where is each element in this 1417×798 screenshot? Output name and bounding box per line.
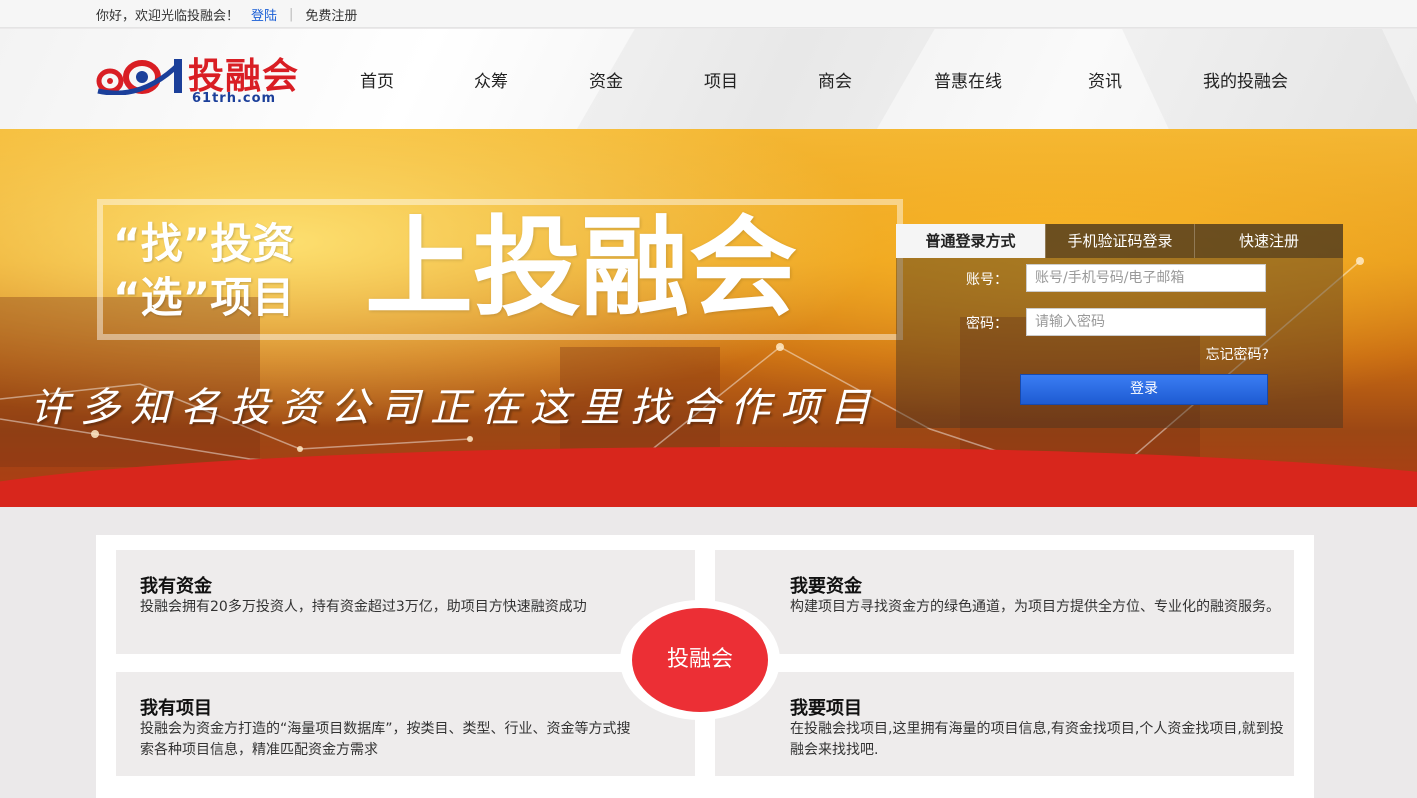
top-register-link[interactable]: 免费注册	[305, 5, 357, 24]
password-row: 密码：	[896, 308, 1343, 338]
password-label: 密码：	[966, 316, 1008, 332]
nav-item-inclusive-online[interactable]: 普惠在线	[934, 67, 1002, 92]
top-separator: |	[289, 7, 294, 22]
main-nav: 首页 众筹 资金 项目 商会 普惠在线 资讯 我的投融会	[0, 67, 1417, 92]
welcome-text: 你好，欢迎光临投融会！	[96, 9, 240, 24]
service-card-title: 我有项目	[140, 698, 212, 719]
logo-domain-text: 61trh.com	[192, 91, 277, 106]
tab-normal-login[interactable]: 普通登录方式	[896, 224, 1045, 258]
password-input[interactable]	[1026, 308, 1266, 336]
top-login-link[interactable]: 登陆	[251, 5, 277, 24]
login-panel: 普通登录方式 手机验证码登录 快速注册 账号： 密码： 忘记密码? 登录	[896, 224, 1343, 428]
service-card-have-projects[interactable]: 我有项目 投融会为资金方打造的“海量项目数据库”，按类目、类型、行业、资金等方式…	[116, 672, 695, 776]
account-label: 账号：	[966, 272, 1008, 288]
slogan-line-2: “选”项目	[113, 273, 295, 322]
service-card-desc: 构建项目方寻找资金方的绿色通道，为项目方提供全方位、专业化的融资服务。	[790, 599, 1280, 615]
nav-item-news[interactable]: 资讯	[1088, 67, 1122, 92]
login-submit-button[interactable]: 登录	[1020, 374, 1268, 405]
nav-item-projects[interactable]: 项目	[704, 67, 738, 92]
nav-item-home[interactable]: 首页	[360, 67, 394, 92]
service-card-need-funds[interactable]: 我要资金 构建项目方寻找资金方的绿色通道，为项目方提供全方位、专业化的融资服务。	[715, 550, 1294, 654]
tab-sms-login[interactable]: 手机验证码登录	[1045, 224, 1194, 258]
slogan-small: “找”投资 “选”项目	[113, 217, 294, 325]
forgot-password-link[interactable]: 忘记密码?	[1206, 344, 1269, 364]
service-card-desc: 在投融会找项目,这里拥有海量的项目信息,有资金找项目,个人资金找项目,就到投融会…	[790, 721, 1284, 758]
banner-tagline: 许多知名投资公司正在这里找合作项目	[30, 385, 880, 431]
nav-item-my-account[interactable]: 我的投融会	[1203, 67, 1288, 92]
account-row: 账号：	[896, 264, 1343, 294]
nav-item-chamber[interactable]: 商会	[818, 67, 852, 92]
center-brand-circle[interactable]: 投融会	[620, 600, 780, 720]
nav-item-funds[interactable]: 资金	[589, 67, 623, 92]
service-card-title: 我要项目	[790, 698, 862, 719]
service-card-title: 我有资金	[140, 576, 212, 597]
account-input[interactable]	[1026, 264, 1266, 292]
service-card-desc: 投融会为资金方打造的“海量项目数据库”，按类目、类型、行业、资金等方式搜索各种项…	[140, 721, 631, 758]
nav-item-crowdfunding[interactable]: 众筹	[474, 67, 508, 92]
login-tabs: 普通登录方式 手机验证码登录 快速注册	[896, 224, 1343, 258]
service-card-have-funds[interactable]: 我有资金 投融会拥有20多万投资人，持有资金超过3万亿，助项目方快速融资成功	[116, 550, 695, 654]
hero-banner: “找”投资 “选”项目 上投融会 许多知名投资公司正在这里找合作项目 普通登录方…	[0, 129, 1417, 507]
service-card-desc: 投融会拥有20多万投资人，持有资金超过3万亿，助项目方快速融资成功	[140, 599, 587, 615]
center-brand-text: 投融会	[632, 608, 768, 712]
service-card-title: 我要资金	[790, 576, 862, 597]
tab-quick-register[interactable]: 快速注册	[1194, 224, 1343, 258]
slogan-big: 上投融会	[365, 206, 798, 331]
service-card-need-projects[interactable]: 我要项目 在投融会找项目,这里拥有海量的项目信息,有资金找项目,个人资金找项目,…	[715, 672, 1294, 776]
top-bar-inner: 你好，欢迎光临投融会！ 登陆 | 免费注册	[96, 5, 357, 24]
slogan-line-1: “找”投资	[113, 219, 295, 268]
site-header: 投融会 61trh.com 首页 众筹 资金 项目 商会 普惠在线 资讯 我的投…	[0, 29, 1417, 129]
top-bar: 你好，欢迎光临投融会！ 登陆 | 免费注册	[0, 0, 1417, 28]
